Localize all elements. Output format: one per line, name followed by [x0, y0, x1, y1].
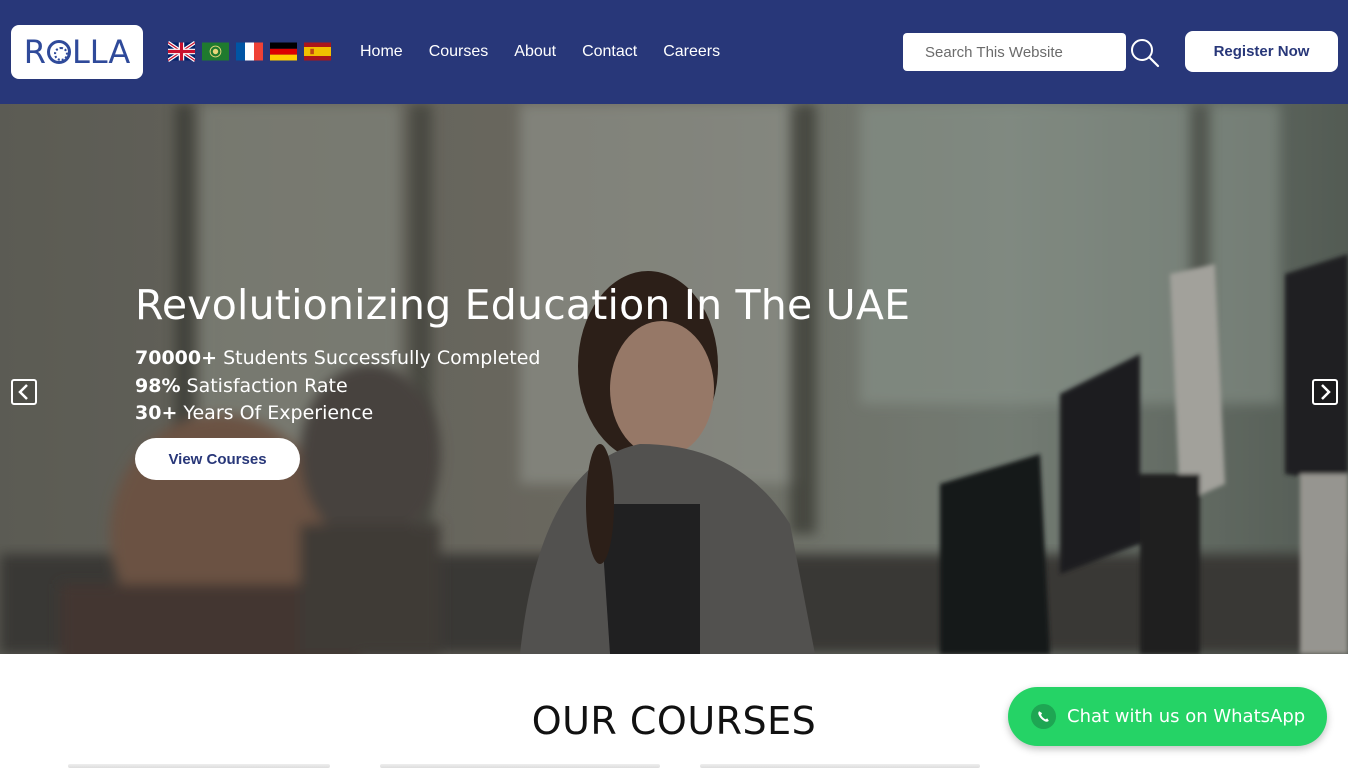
nav-careers[interactable]: Careers [663, 42, 720, 62]
logo-text-end: LLA [71, 33, 131, 71]
stat-value: 70000+ [135, 347, 218, 369]
language-switcher [168, 41, 331, 62]
nav-courses[interactable]: Courses [429, 42, 489, 62]
stat-satisfaction: 98% Satisfaction Rate [135, 373, 541, 401]
stat-experience: 30+ Years Of Experience [135, 400, 541, 428]
nav-home[interactable]: Home [360, 42, 403, 62]
stat-label: Satisfaction Rate [180, 374, 348, 397]
whatsapp-label: Chat with us on WhatsApp [1067, 706, 1306, 727]
whatsapp-icon [1030, 703, 1057, 730]
stat-label: Students Successfully Completed [217, 347, 541, 369]
germany-flag-icon[interactable] [270, 41, 297, 62]
chevron-left-icon [18, 384, 28, 400]
arabic-flag-icon[interactable] [202, 41, 229, 62]
view-courses-button[interactable]: View Courses [135, 438, 300, 480]
stat-label: Years Of Experience [177, 402, 374, 424]
spain-flag-icon[interactable] [304, 41, 331, 62]
stat-value: 30+ [135, 402, 178, 424]
whatsapp-chat-button[interactable]: Chat with us on WhatsApp [1008, 687, 1327, 746]
stat-students: 70000+ Students Successfully Completed [135, 345, 541, 373]
hero-stats: 70000+ Students Successfully Completed 9… [135, 345, 541, 428]
course-card[interactable] [700, 764, 980, 768]
search-input[interactable] [903, 33, 1126, 71]
slider-prev-button[interactable] [11, 379, 37, 405]
chevron-right-icon [1321, 384, 1331, 400]
france-flag-icon[interactable] [236, 41, 263, 62]
course-card[interactable] [68, 764, 330, 768]
main-nav: Home Courses About Contact Careers [360, 42, 746, 62]
register-now-button[interactable]: Register Now [1185, 31, 1338, 72]
search-icon[interactable] [1130, 38, 1160, 68]
nav-about[interactable]: About [514, 42, 556, 62]
hero-slider: Revolutionizing Education In The UAE 700… [0, 104, 1348, 654]
site-header: R LLA Home Courses About Contact Careers… [0, 0, 1348, 104]
logo-emblem-icon [46, 40, 71, 64]
hero-title: Revolutionizing Education In The UAE [135, 281, 911, 329]
course-card[interactable] [380, 764, 660, 768]
rolla-logo[interactable]: R LLA [11, 25, 143, 79]
nav-contact[interactable]: Contact [582, 42, 637, 62]
logo-text-start: R [23, 33, 46, 71]
logo-wordmark: R LLA [24, 33, 131, 71]
slider-next-button[interactable] [1312, 379, 1338, 405]
uk-flag-icon[interactable] [168, 41, 195, 62]
stat-value: 98% [135, 374, 181, 397]
